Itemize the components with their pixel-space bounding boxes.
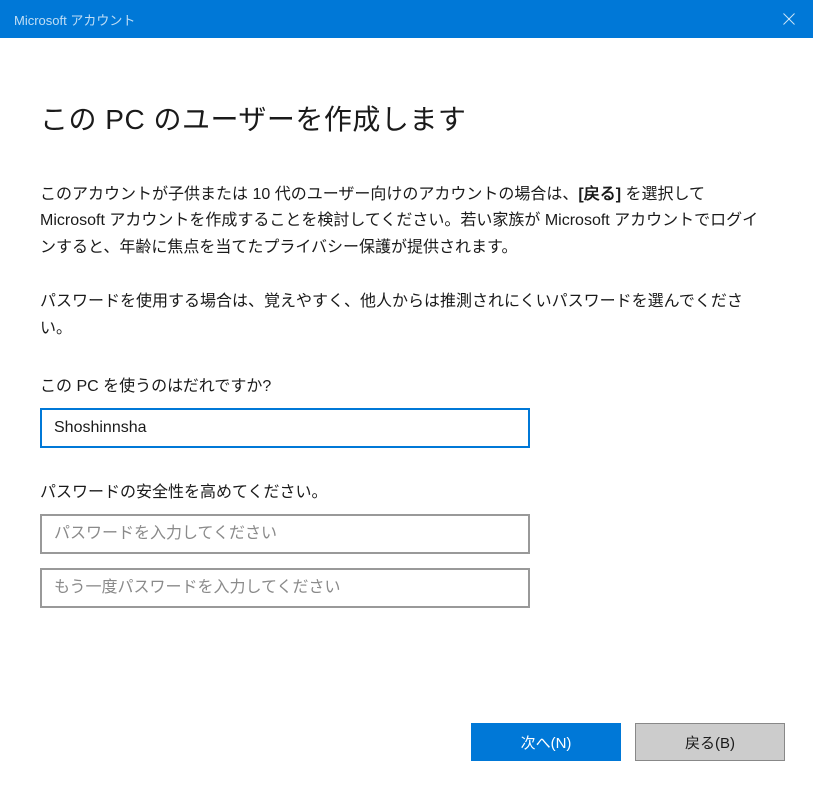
- button-row: 次へ(N) 戻る(B): [471, 723, 785, 761]
- password-section-label: パスワードの安全性を高めてください。: [40, 478, 773, 502]
- back-button[interactable]: 戻る(B): [635, 723, 785, 761]
- title-bar: Microsoft アカウント: [0, 0, 813, 38]
- info-paragraph-1: このアカウントが子供または 10 代のユーザー向けのアカウントの場合は、[戻る]…: [40, 182, 773, 261]
- next-button[interactable]: 次へ(N): [471, 723, 621, 761]
- close-button[interactable]: [765, 0, 813, 38]
- page-heading: この PC のユーザーを作成します: [40, 98, 773, 138]
- content-area: この PC のユーザーを作成します このアカウントが子供または 10 代のユーザ…: [0, 38, 813, 608]
- username-label: この PC を使うのはだれですか?: [40, 372, 773, 396]
- password-confirm-input[interactable]: [40, 568, 530, 608]
- username-input[interactable]: [40, 408, 530, 448]
- password-input[interactable]: [40, 514, 530, 554]
- close-icon: [783, 13, 795, 25]
- info-text: このアカウントが子供または 10 代のユーザー向けのアカウントの場合は、: [40, 186, 578, 203]
- back-keyword: [戻る]: [578, 186, 621, 203]
- window-title: Microsoft アカウント: [14, 10, 135, 29]
- info-paragraph-2: パスワードを使用する場合は、覚えやすく、他人からは推測されにくいパスワードを選ん…: [40, 289, 773, 342]
